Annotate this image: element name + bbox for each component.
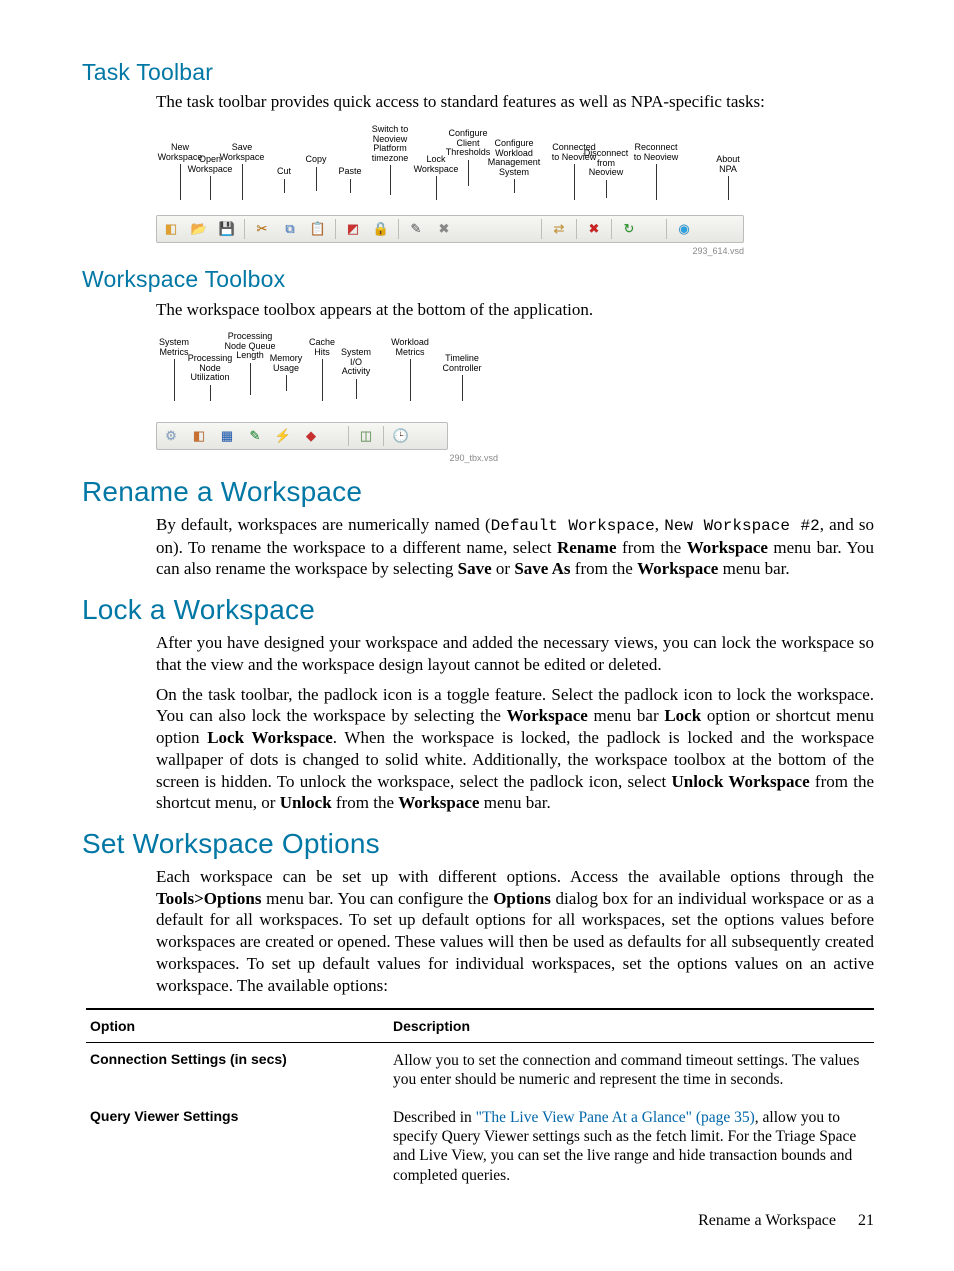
option-desc: Allow you to set the connection and comm… (389, 1042, 874, 1099)
workload-metrics-icon[interactable]: ◫ (357, 427, 375, 445)
cache-hits-icon[interactable]: ⚡ (274, 427, 292, 445)
reconnect-icon[interactable]: ↻ (620, 220, 638, 238)
diagram-label: About NPA (698, 155, 758, 200)
options-table-head-description: Description (389, 1009, 874, 1042)
table-row: Query Viewer Settings Described in "The … (86, 1100, 874, 1196)
heading-rename: Rename a Workspace (82, 474, 874, 510)
about-icon[interactable]: ◉ (675, 220, 693, 238)
heading-options: Set Workspace Options (82, 826, 874, 862)
heading-task-toolbar: Task Toolbar (82, 58, 874, 87)
disconnect-icon[interactable]: ✖ (585, 220, 603, 238)
option-desc: Described in "The Live View Pane At a Gl… (389, 1100, 874, 1196)
options-table-head-option: Option (86, 1009, 389, 1042)
figure-task-toolbar: New WorkspaceOpen WorkspaceSave Workspac… (156, 125, 744, 243)
para-options: Each workspace can be set up with differ… (156, 866, 874, 997)
open-workspace-icon[interactable]: 📂 (190, 220, 208, 238)
live-view-link[interactable]: "The Live View Pane At a Glance" (page 3… (476, 1109, 755, 1126)
heading-lock: Lock a Workspace (82, 592, 874, 628)
diagram-label: Reconnect to Neoview (626, 143, 686, 200)
workspace-toolbox-row: ⚙ ◧ ▦ ✎ ⚡ ◆ ◫ 🕒 (156, 422, 448, 450)
diagram-label: Configure Workload Management System (484, 139, 544, 193)
footer-page-number: 21 (858, 1212, 874, 1229)
footer-title: Rename a Workspace (698, 1212, 836, 1229)
node-queue-length-icon[interactable]: ▦ (218, 427, 236, 445)
task-toolbar-row: ◧ 📂 💾 ✂ ⧉ 📋 ◩ 🔒 ✎ ✖ ⇄ ✖ ↻ (156, 215, 744, 243)
figure-caption-toolbox: 290_tbx.vsd (449, 453, 498, 465)
cut-icon[interactable]: ✂ (253, 220, 271, 238)
lock-workspace-icon[interactable]: 🔒 (372, 220, 390, 238)
system-metrics-icon[interactable]: ⚙ (162, 427, 180, 445)
figure-caption-taskbar: 293_614.vsd (692, 246, 744, 258)
page-footer: Rename a Workspace 21 (698, 1211, 874, 1231)
options-table: Option Description Connection Settings (… (86, 1008, 874, 1195)
node-utilization-icon[interactable]: ◧ (190, 427, 208, 445)
paste-icon[interactable]: 📋 (309, 220, 327, 238)
para-lock-2: On the task toolbar, the padlock icon is… (156, 684, 874, 815)
para-lock-1: After you have designed your workspace a… (156, 632, 874, 676)
system-io-activity-icon[interactable]: ◆ (302, 427, 320, 445)
para-workspace-toolbox: The workspace toolbox appears at the bot… (156, 299, 874, 321)
option-name: Connection Settings (in secs) (86, 1042, 389, 1099)
diagram-label: Timeline Controller (432, 354, 492, 401)
figure-workspace-toolbox: System MetricsProcessing Node Utilizatio… (156, 332, 498, 450)
option-name: Query Viewer Settings (86, 1100, 389, 1196)
table-row: Connection Settings (in secs) Allow you … (86, 1042, 874, 1099)
save-workspace-icon[interactable]: 💾 (218, 220, 236, 238)
para-rename: By default, workspaces are numerically n… (156, 514, 874, 580)
para-task-toolbar: The task toolbar provides quick access t… (156, 91, 874, 113)
heading-workspace-toolbox: Workspace Toolbox (82, 265, 874, 294)
copy-icon[interactable]: ⧉ (281, 220, 299, 238)
new-workspace-icon[interactable]: ◧ (162, 220, 180, 238)
switch-timezone-icon[interactable]: ◩ (344, 220, 362, 238)
diagram-label: Workload Metrics (380, 338, 440, 401)
connected-icon[interactable]: ⇄ (550, 220, 568, 238)
configure-wms-icon[interactable]: ✖ (435, 220, 453, 238)
diagram-label: System I/O Activity (326, 348, 386, 398)
timeline-controller-icon[interactable]: 🕒 (392, 427, 410, 445)
configure-thresholds-icon[interactable]: ✎ (407, 220, 425, 238)
memory-usage-icon[interactable]: ✎ (246, 427, 264, 445)
